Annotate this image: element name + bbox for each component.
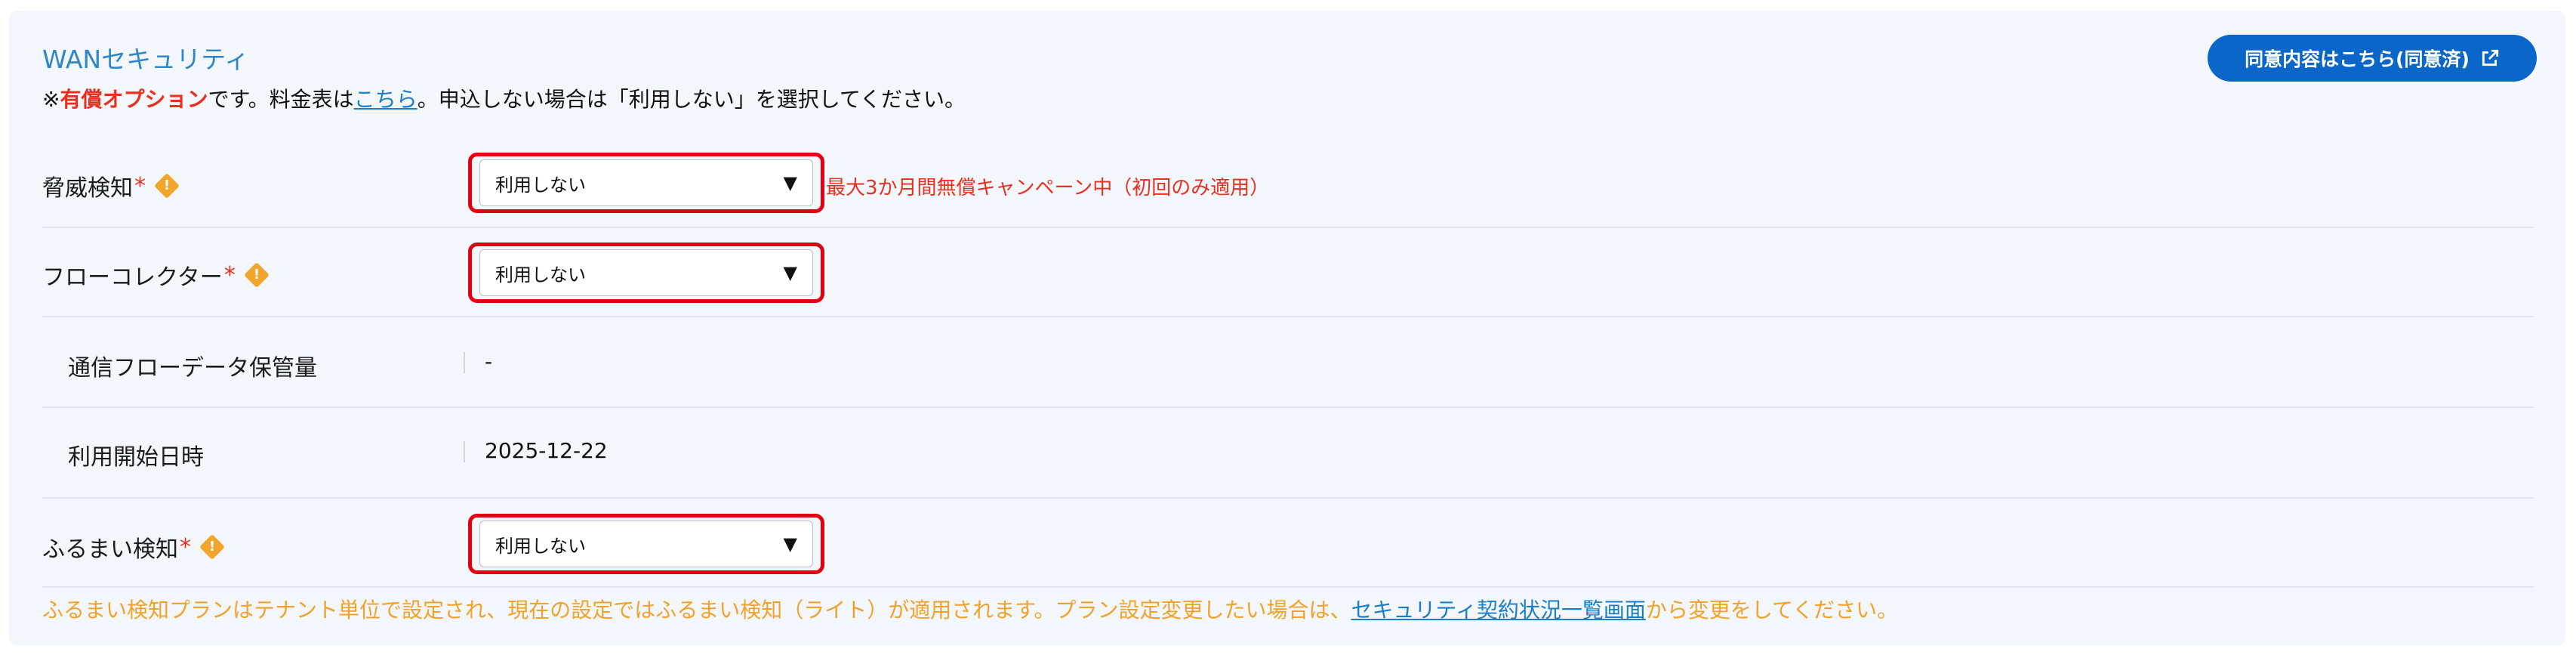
start-date-value: 2025-12-22 (485, 438, 608, 463)
threat-detection-select[interactable]: 利用しない ▼ (479, 159, 813, 206)
behavior-detection-highlight: 利用しない ▼ (468, 514, 824, 574)
external-link-icon (2482, 49, 2499, 66)
warning-diamond-icon[interactable]: ! (199, 534, 225, 560)
flow-collector-label: フローコレクター * ! (42, 258, 270, 292)
row-divider (42, 227, 2534, 228)
behavior-detection-select[interactable]: 利用しない ▼ (479, 521, 813, 567)
paid-option-notice: ※有償オプションです。料金表はこちら。申込しない場合は「利用しない」を選択してく… (42, 87, 966, 112)
flow-collector-highlight: 利用しない ▼ (468, 243, 824, 303)
consent-button-label: 同意内容はこちら(同意済) (2245, 48, 2470, 70)
warning-diamond-icon[interactable]: ! (243, 262, 270, 288)
row-divider (42, 316, 2534, 317)
column-separator (464, 352, 465, 373)
column-separator (464, 441, 465, 462)
consent-button[interactable]: 同意内容はこちら(同意済) (2208, 35, 2537, 82)
flow-collector-select[interactable]: 利用しない ▼ (479, 249, 813, 296)
threat-detection-label: 脅威検知 * ! (42, 169, 180, 202)
row-divider (42, 497, 2534, 499)
behavior-detection-label: ふるまい検知 * ! (42, 530, 225, 564)
threat-detection-highlight: 利用しない ▼ (468, 153, 824, 213)
caret-down-icon: ▼ (783, 172, 797, 193)
start-date-label: 利用開始日時 (68, 444, 204, 471)
flow-storage-label: 通信フローデータ保管量 (68, 355, 317, 382)
security-contract-link[interactable]: セキュリティ契約状況一覧画面 (1351, 598, 1646, 623)
section-title: WANセキュリティ (42, 45, 250, 74)
row-divider (42, 406, 2534, 408)
warning-diamond-icon[interactable]: ! (154, 173, 180, 199)
caret-down-icon: ▼ (783, 262, 797, 283)
required-mark: * (180, 533, 191, 561)
campaign-note: 最大3か月間無償キャンペーン中（初回のみ適用） (826, 177, 1270, 199)
behavior-plan-footnote: ふるまい検知プランはテナント単位で設定され、現在の設定ではふるまい検知（ライト）… (42, 598, 1899, 623)
row-divider (42, 586, 2534, 588)
caret-down-icon: ▼ (783, 533, 797, 555)
price-list-link[interactable]: こちら (354, 87, 418, 112)
flow-storage-value: - (485, 349, 493, 374)
required-mark: * (134, 172, 146, 199)
required-mark: * (223, 261, 236, 289)
paid-option-label: 有償オプション (60, 87, 208, 112)
